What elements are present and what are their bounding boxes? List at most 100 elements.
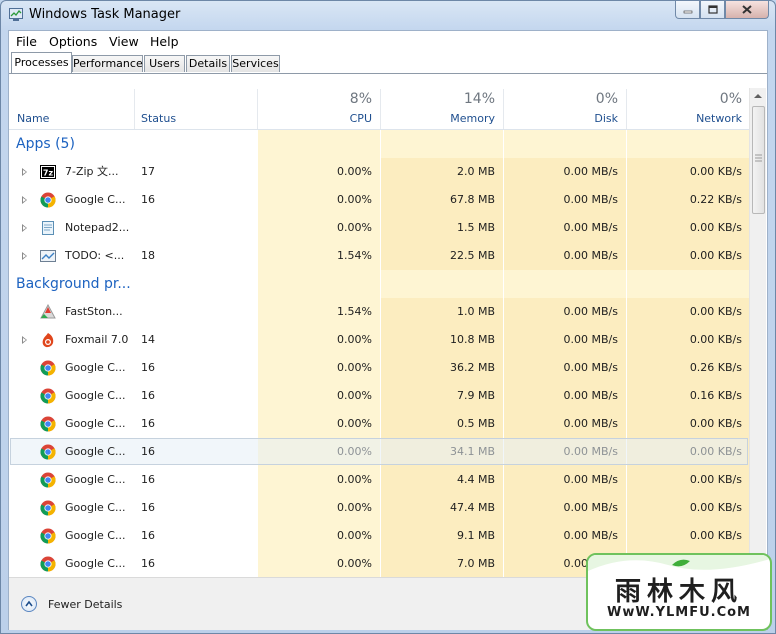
scroll-up-arrow-icon[interactable] xyxy=(750,88,766,104)
cpu-cell: 0.00% xyxy=(258,522,380,550)
column-header-disk[interactable]: 0% Disk xyxy=(504,87,626,129)
cpu-cell: 0.00% xyxy=(258,326,380,354)
cpu-cell: 0.00% xyxy=(258,466,380,494)
column-header-memory[interactable]: 14% Memory xyxy=(381,87,503,129)
heat-cell xyxy=(504,270,626,298)
process-status: 14 xyxy=(141,333,155,346)
cpu-cell: 1.54% xyxy=(258,242,380,270)
group-header[interactable]: Background pr... xyxy=(9,270,750,298)
process-row[interactable]: 0.00% 7.9 MB 0.00 MB/s 0.16 KB/s Google C...… xyxy=(9,382,750,410)
column-header-name[interactable]: Name xyxy=(9,87,134,129)
app-window-icon xyxy=(40,248,56,264)
memory-cell: 7.0 MB xyxy=(381,550,503,577)
expand-arrow-icon[interactable] xyxy=(22,252,27,260)
grip-icon xyxy=(755,154,762,162)
process-name: Google C... xyxy=(65,501,126,514)
process-row[interactable]: 0.00% 0.5 MB 0.00 MB/s 0.00 KB/s Google C...… xyxy=(9,410,750,438)
close-button[interactable] xyxy=(725,1,769,19)
tab-strip: Processes Performance Users Details Serv… xyxy=(9,51,767,74)
process-name: Notepad2... xyxy=(65,221,130,234)
process-row[interactable]: 0.00% 9.1 MB 0.00 MB/s 0.00 KB/s Google C...… xyxy=(9,522,750,550)
heat-cell xyxy=(504,130,626,158)
cpu-cell: 0.00% xyxy=(258,214,380,242)
process-row[interactable]: 0.00% 36.2 MB 0.00 MB/s 0.26 KB/s Google C..… xyxy=(9,354,750,382)
process-name: Google C... xyxy=(65,557,126,570)
network-cell: 0.00 KB/s xyxy=(627,242,750,270)
menu-help[interactable]: Help xyxy=(150,34,179,49)
process-status: 16 xyxy=(141,193,155,206)
process-name: Google C... xyxy=(65,361,126,374)
cpu-cell: 0.00% xyxy=(258,158,380,186)
menu-file[interactable]: File xyxy=(16,34,37,49)
disk-cell: 0.00 MB/s xyxy=(504,410,626,438)
notepad-icon xyxy=(40,220,56,236)
window-title: Windows Task Manager xyxy=(29,7,181,22)
expand-arrow-icon[interactable] xyxy=(22,196,27,204)
process-status: 16 xyxy=(141,557,155,570)
column-headers: Name Status 8% CPU 14% Memory 0% Disk 0%… xyxy=(9,87,750,130)
fewer-details-button[interactable] xyxy=(21,596,37,612)
memory-cell: 47.4 MB xyxy=(381,494,503,522)
process-row[interactable]: 0.00% 4.4 MB 0.00 MB/s 0.00 KB/s Google C...… xyxy=(9,466,750,494)
chrome-icon xyxy=(40,472,56,488)
expand-arrow-icon[interactable] xyxy=(22,168,27,176)
process-status: 16 xyxy=(141,389,155,402)
disk-cell: 0.00 MB/s xyxy=(504,494,626,522)
group-header[interactable]: Apps (5) xyxy=(9,130,750,158)
vertical-scrollbar[interactable] xyxy=(749,88,766,577)
process-row[interactable]: 0.00% 47.4 MB 0.00 MB/s 0.00 KB/s Google C..… xyxy=(9,494,750,522)
chrome-icon xyxy=(40,416,56,432)
scroll-thumb[interactable] xyxy=(752,106,765,214)
process-name: TODO: <... xyxy=(65,249,125,262)
fewer-details-link[interactable]: Fewer Details xyxy=(48,598,122,611)
tab-performance[interactable]: Performance xyxy=(72,55,143,72)
process-name: Google C... xyxy=(65,529,126,542)
memory-cell: 2.0 MB xyxy=(381,158,503,186)
chrome-icon xyxy=(40,556,56,572)
network-cell: 0.00 KB/s xyxy=(627,410,750,438)
maximize-icon xyxy=(707,5,718,14)
process-row[interactable]: 0.00% 1.5 MB 0.00 MB/s 0.00 KB/s Notepad2... xyxy=(9,214,750,242)
process-row[interactable]: 0.00% 67.8 MB 0.00 MB/s 0.22 KB/s Google C..… xyxy=(9,186,750,214)
chrome-icon xyxy=(40,500,56,516)
tab-services[interactable]: Services xyxy=(231,55,280,72)
minimize-button[interactable] xyxy=(675,1,700,19)
process-row[interactable]: 1.54% 1.0 MB 0.00 MB/s 0.00 KB/s FastSton... xyxy=(9,298,750,326)
expand-arrow-icon[interactable] xyxy=(22,336,27,344)
cpu-cell: 0.00% xyxy=(258,382,380,410)
column-network-label: Network xyxy=(696,112,742,125)
process-row[interactable]: 0.00% 10.8 MB 0.00 MB/s 0.00 KB/s Foxmail 7.… xyxy=(9,326,750,354)
network-total-percent: 0% xyxy=(719,91,742,107)
process-row[interactable]: 1.54% 22.5 MB 0.00 MB/s 0.00 KB/s TODO: <...… xyxy=(9,242,750,270)
client-area: File Options View Help Processes Perform… xyxy=(8,30,768,630)
network-cell: 0.16 KB/s xyxy=(627,382,750,410)
column-status-label: Status xyxy=(141,112,177,125)
network-cell: 0.00 KB/s xyxy=(627,466,750,494)
chrome-icon xyxy=(40,388,56,404)
process-name: Google C... xyxy=(65,193,126,206)
expand-arrow-icon[interactable] xyxy=(22,224,27,232)
column-disk-label: Disk xyxy=(594,112,618,125)
tab-processes[interactable]: Processes xyxy=(11,52,72,73)
maximize-button[interactable] xyxy=(700,1,725,19)
watermark-brand: 雨林木风 xyxy=(614,577,743,607)
column-cpu-label: CPU xyxy=(349,112,372,125)
column-header-network[interactable]: 0% Network xyxy=(627,87,750,129)
memory-cell: 67.8 MB xyxy=(381,186,503,214)
process-name: Google C... xyxy=(65,389,126,402)
process-row[interactable]: 0.00% 2.0 MB 0.00 MB/s 0.00 KB/s 7z 7-Zip 文..… xyxy=(9,158,750,186)
title-bar[interactable]: Windows Task Manager xyxy=(1,1,775,29)
tab-users[interactable]: Users xyxy=(144,55,185,72)
tab-details[interactable]: Details xyxy=(186,55,230,72)
column-header-cpu[interactable]: 8% CPU xyxy=(258,87,380,129)
process-row[interactable]: 0.00%34.1 MB0.00 MB/s0.00 KB/sGoogle C..… xyxy=(9,438,750,466)
heat-cell xyxy=(258,130,380,158)
menu-options[interactable]: Options xyxy=(49,34,97,49)
heat-cell xyxy=(381,130,503,158)
process-status: 16 xyxy=(141,361,155,374)
disk-cell: 0.00 MB/s xyxy=(504,186,626,214)
7zip-icon: 7z xyxy=(40,164,56,180)
column-header-status[interactable]: Status xyxy=(135,87,257,129)
disk-cell: 0.00 MB/s xyxy=(504,158,626,186)
menu-view[interactable]: View xyxy=(109,34,139,49)
